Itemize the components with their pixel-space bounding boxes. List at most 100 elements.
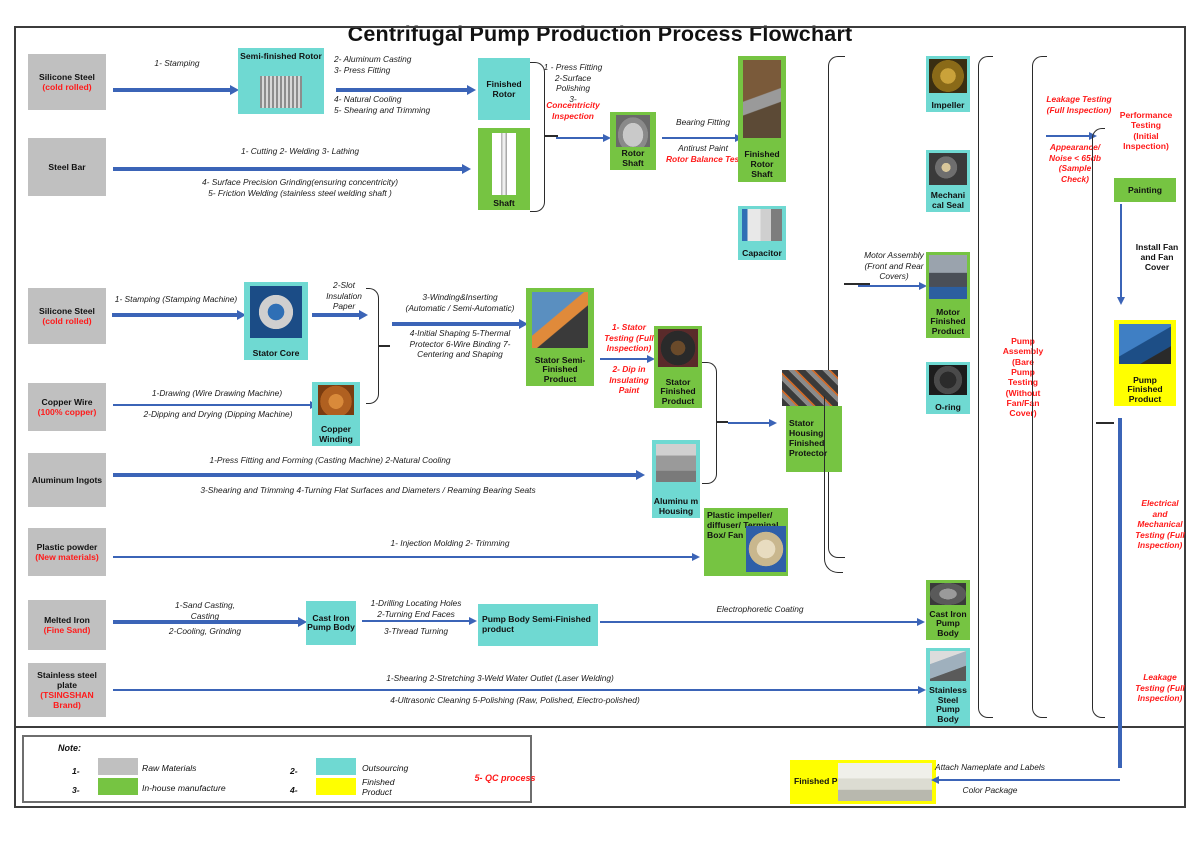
legend-swatch-finished xyxy=(316,778,356,795)
process-label-color-package: Color Package xyxy=(962,785,1018,795)
process-label-drilling: 1-Drilling Locating Holes 2-Turning End … xyxy=(370,598,462,619)
node-stainless-pump-body: Stainless Steel Pump Body xyxy=(926,648,970,726)
node-label: Stainless Steel Pump Body xyxy=(929,685,967,724)
legend-swatch-outsourcing xyxy=(316,758,356,775)
node-shaft: Shaft xyxy=(478,128,530,210)
node-stator-finished: Stator Finished Product xyxy=(654,326,702,408)
process-label-leakage-testing-full: Leakage Testing (Full Inspection) xyxy=(1046,94,1112,115)
node-painting: Painting xyxy=(1114,178,1176,202)
process-label-electrophoretic: Electrophoretic Coating xyxy=(716,604,804,614)
process-label-shearing-stretching: 1-Shearing 2-Stretching 3-Weld Water Out… xyxy=(386,673,614,683)
process-label-injection-molding: 1- Injection Molding 2- Trimming xyxy=(390,538,510,548)
arrow-slot-insulation xyxy=(312,310,368,320)
process-label-bar-top: 1- Cutting 2- Welding 3- Lathing xyxy=(240,146,360,156)
label-line2: (100% copper) xyxy=(37,407,97,417)
node-rotor-shaft: Rotor Shaft xyxy=(610,112,656,170)
node-stator-core: Stator Core xyxy=(244,282,308,360)
bracket-housing-stem xyxy=(716,421,728,423)
node-plastic-parts: Plastic impeller/ diffuser/ Terminal Box… xyxy=(704,508,788,576)
process-label-performance-testing: Performance Testing (Initial Inspection) xyxy=(1119,110,1173,151)
node-label: Shaft xyxy=(493,197,515,208)
connector-to-electrical-line xyxy=(1096,422,1114,424)
process-label-winding-inserting: 3-Winding&Inserting (Automatic / Semi-Au… xyxy=(405,292,515,313)
process-label-electrical-mechanical: Electrical and Mechanical Testing (Full … xyxy=(1135,498,1185,550)
flowchart-page: Centrifugal Pump Production Process Flow… xyxy=(0,0,1200,849)
process-label-initial-shaping: 4-Initial Shaping 5-Thermal Protector 6-… xyxy=(409,328,511,359)
raw-material-melted-iron: Melted Iron (Fine Sand) xyxy=(28,600,106,650)
bracket-pump-assembly-left xyxy=(978,56,993,718)
raw-material-stainless-steel-plate: Stainless steel plate (TSINGSHAN Brand) xyxy=(28,663,106,717)
raw-material-plastic-powder: Plastic powder (New materials) xyxy=(28,528,106,576)
arrow-copper-drawing xyxy=(113,400,318,411)
process-label-thread-turning: 3-Thread Turning xyxy=(383,626,449,636)
arrow-stamping xyxy=(113,85,239,95)
node-finished-rotor: Finished Rotor xyxy=(478,58,530,120)
rotor-photo xyxy=(260,76,302,108)
process-label-press-fitting: 1 - Press Fitting 2-Surface Polishing 3- xyxy=(543,62,603,104)
node-motor-finished-product: Motor Finished Product xyxy=(926,252,970,338)
process-label-antirust-paint: Antirust Paint xyxy=(678,143,728,153)
process-label-rotor-bottom: 4- Natural Cooling 5- Shearing and Trimm… xyxy=(334,94,431,115)
legend-qc-process: 5- QC process xyxy=(474,773,536,783)
o-ring-photo xyxy=(929,365,967,395)
label-line2: (Fine Sand) xyxy=(43,625,91,635)
line-electrical-testing xyxy=(1118,418,1122,768)
process-label-rotor-top: 2- Aluminum Casting 3- Press Fitting xyxy=(334,54,412,75)
node-label: Cast Iron Pump Body xyxy=(307,612,355,632)
label-line1: Stainless steel plate xyxy=(37,669,97,690)
node-mechanical-seal: Mechani cal Seal xyxy=(926,150,970,212)
arrow-motor-assembly xyxy=(858,281,927,292)
node-copper-winding: Copper Winding xyxy=(312,382,360,446)
node-pump-finished-product: Pump Finished Product xyxy=(1114,320,1176,406)
arrow-winding xyxy=(392,319,528,329)
copper-winding-photo xyxy=(318,385,354,415)
process-label-press-fitting-forming: 1-Press Fitting and Forming (Casting Mac… xyxy=(209,455,451,465)
arrow-install-fan xyxy=(1116,204,1127,305)
legend-label-outsourcing: Outsourcing xyxy=(362,763,409,773)
legend-swatch-raw xyxy=(98,758,138,775)
node-label: Motor Finished Product xyxy=(930,306,966,336)
process-label-sand-casting: 1-Sand Casting, Casting xyxy=(174,600,236,621)
node-label: Stator Finished Product xyxy=(660,376,696,406)
node-label: Finished Rotor xyxy=(486,78,522,99)
label-line1: Plastic powder xyxy=(36,541,98,552)
finished-rotor-shaft-photo xyxy=(743,60,781,138)
motor-photo xyxy=(929,255,967,299)
legend-swatch-inhouse xyxy=(98,778,138,795)
node-o-ring: O-ring xyxy=(926,362,970,414)
node-label: Impeller xyxy=(931,99,965,110)
legend-number-1: 1- xyxy=(72,766,80,776)
arrow-stamping-machine xyxy=(112,310,246,320)
stator-core-photo xyxy=(250,286,302,338)
node-label: Semi-finished Rotor xyxy=(240,51,322,61)
legend-label-finished: Finished Product xyxy=(362,777,395,798)
plastic-impeller-photo xyxy=(746,526,786,572)
label-line1: Aluminum Ingots xyxy=(31,474,103,485)
label-line2: (New materials) xyxy=(35,552,99,562)
legend-note-title: Note: xyxy=(58,743,81,753)
process-label-dip-insulating: 2- Dip in Insulating Paint xyxy=(609,364,649,395)
node-cast-iron-pump-body: Cast Iron Pump Body xyxy=(306,601,356,645)
node-label: Pump Body Semi-Finished product xyxy=(482,614,591,634)
node-impeller: Impeller xyxy=(926,56,970,112)
process-label-stamping: 1- Stamping xyxy=(154,58,200,68)
process-label-install-fan: Install Fan and Fan Cover xyxy=(1135,242,1179,273)
aluminum-housing-photo xyxy=(656,444,696,482)
arrow-sand-casting xyxy=(113,617,307,627)
node-cast-iron-pump-body-2: Cast Iron Pump Body xyxy=(926,580,970,640)
process-label-concentricity-inspection: Concentricity Inspection xyxy=(546,100,600,121)
stator-finished-photo xyxy=(658,329,698,367)
cast-iron-photo xyxy=(930,583,966,605)
legend-number-4: 4- xyxy=(290,785,298,795)
label-line2: (cold rolled) xyxy=(42,316,92,326)
raw-material-silicone-steel-1: Silicone Steel (cold rolled) xyxy=(28,54,106,110)
legend-label-raw: Raw Materials xyxy=(142,763,197,773)
legend-label-inhouse: In-house manufacture xyxy=(142,783,226,793)
pump-photo xyxy=(1119,324,1171,364)
arrow-aluminum xyxy=(113,470,645,480)
node-finished-rotor-shaft: Finished Rotor Shaft xyxy=(738,56,786,182)
legend-number-2: 2- xyxy=(290,766,298,776)
node-label: Mechani cal Seal xyxy=(930,190,966,210)
process-label-stator-testing: 1- Stator Testing (Full Inspection) xyxy=(604,322,654,353)
arrow-stator-testing xyxy=(600,354,655,365)
